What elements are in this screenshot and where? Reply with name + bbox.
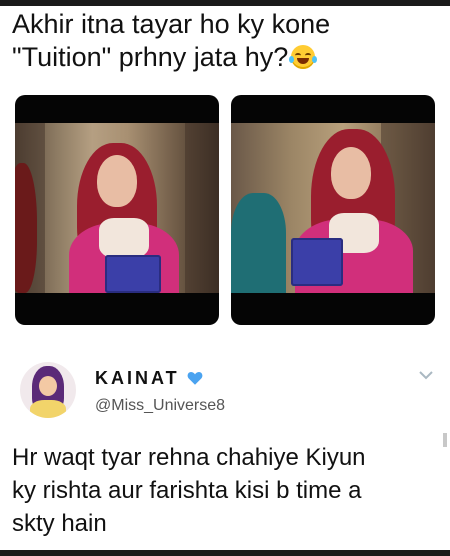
caption-line-1: Akhir itna tayar ho ky kone [12, 9, 331, 39]
scrollbar-thumb[interactable] [443, 433, 447, 447]
bottom-border [0, 550, 450, 556]
blue-heart-icon [187, 372, 203, 385]
woman-figure [55, 123, 205, 293]
display-name[interactable]: KAINAT [95, 368, 204, 389]
face-with-tears-of-joy-icon [289, 45, 318, 69]
woman-figure [271, 123, 421, 293]
tweet-line: skty hain [12, 510, 107, 537]
avatar[interactable] [20, 362, 76, 418]
right-scene [231, 123, 435, 293]
tweet-line: Hr waqt tyar rehna chahiye Kiyun [12, 444, 366, 471]
right-still-image[interactable] [231, 95, 435, 325]
user-handle[interactable]: @Miss_Universe8 [95, 397, 225, 415]
tweet-text: Hr waqt tyar rehna chahiye Kiyun ky rish… [12, 441, 440, 540]
top-border [0, 0, 450, 6]
chevron-down-icon[interactable] [418, 369, 434, 381]
left-scene [15, 123, 219, 293]
tweet-line: ky rishta aur farishta kisi b time a [12, 477, 362, 504]
meme-caption: Akhir itna tayar ho ky kone "Tuition" pr… [12, 8, 442, 74]
caption-line-2: "Tuition" prhny jata hy? [12, 41, 442, 74]
left-still-image[interactable] [15, 95, 219, 325]
caption-line-2-text: "Tuition" prhny jata hy? [12, 42, 289, 72]
display-name-text: KAINAT [95, 368, 180, 388]
